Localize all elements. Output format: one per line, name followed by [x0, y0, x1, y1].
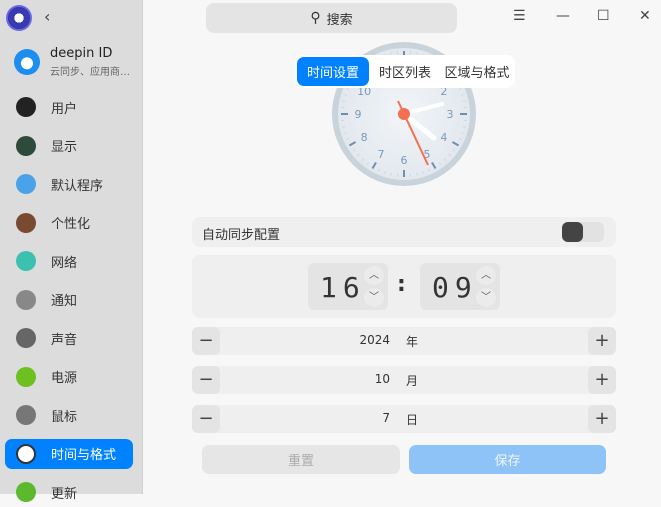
main-panel: ⚲ 搜索 ☰ — ☐ ✕ 2345678910 时间设置 时区列表 区域与格式 …	[144, 0, 661, 494]
sidebar-item[interactable]: 更新	[5, 477, 133, 507]
decrement-button[interactable]: −	[192, 327, 220, 355]
sidebar-item-label: 网络	[51, 252, 77, 271]
sidebar-item-label: 电源	[51, 367, 77, 386]
save-button[interactable]: 保存	[409, 445, 606, 474]
clock-tick	[416, 173, 417, 176]
minimize-button[interactable]: —	[556, 8, 570, 24]
date-unit: 年	[406, 333, 418, 350]
sidebar-item-label: 鼠标	[51, 406, 77, 425]
clock-number: 9	[355, 108, 362, 121]
date-unit: 日	[406, 411, 418, 428]
sidebar-item[interactable]: 网络	[5, 246, 133, 276]
sidebar-item-icon	[16, 213, 36, 233]
sidebar-item-icon	[16, 251, 36, 271]
deepin-id-item[interactable]: deepin ID 云同步、应用商…	[14, 46, 130, 78]
auto-sync-label: 自动同步配置	[202, 224, 280, 243]
date-row: − 2024 年 +	[192, 327, 616, 355]
clock-tick	[342, 126, 345, 127]
auto-sync-row: 自动同步配置	[192, 217, 616, 247]
sidebar-item-label: 更新	[51, 483, 77, 502]
sidebar: ‹ deepin ID 云同步、应用商… 用户显示默认程序个性化网络通知声音电源…	[0, 0, 143, 494]
tab-region-format[interactable]: 区域与格式	[441, 57, 513, 86]
close-button[interactable]: ✕	[639, 8, 651, 24]
hour-field[interactable]: 16 ︿ ﹀	[308, 263, 388, 310]
hour-value: 16	[320, 271, 366, 304]
sidebar-item[interactable]: 电源	[5, 362, 133, 392]
sidebar-item-label: 通知	[51, 290, 77, 309]
deepin-id-title: deepin ID	[50, 46, 130, 61]
sidebar-item-label: 声音	[51, 329, 77, 348]
date-value[interactable]: 2024	[359, 333, 390, 347]
sidebar-item-label: 个性化	[51, 213, 90, 232]
clock-tick	[463, 101, 466, 102]
sidebar-item-icon	[16, 328, 36, 348]
sidebar-item-label: 默认程序	[51, 175, 103, 194]
cloud-icon	[14, 49, 40, 75]
clock-tick	[391, 173, 392, 176]
time-edit-row: 16 ︿ ﹀ : 09 ︿ ﹀	[192, 255, 616, 318]
sidebar-item[interactable]: 用户	[5, 92, 133, 122]
minute-field[interactable]: 09 ︿ ﹀	[420, 263, 500, 310]
sidebar-item-label: 时间与格式	[51, 444, 116, 463]
clock-number: 4	[440, 131, 447, 144]
menu-button[interactable]: ☰	[513, 8, 526, 24]
clock-tick	[342, 101, 345, 102]
tab-time-settings[interactable]: 时间设置	[297, 57, 369, 86]
sidebar-item-label: 用户	[51, 98, 77, 117]
deepin-id-subtitle: 云同步、应用商…	[50, 63, 130, 78]
date-value[interactable]: 7	[382, 411, 390, 425]
sidebar-item-icon	[16, 444, 36, 464]
date-unit: 月	[406, 372, 418, 389]
auto-sync-toggle[interactable]	[562, 222, 604, 242]
back-button[interactable]: ‹	[44, 7, 50, 26]
sidebar-item-icon	[16, 405, 36, 425]
clock-tick	[463, 126, 466, 127]
sidebar-item-icon	[16, 290, 36, 310]
decrement-button[interactable]: −	[192, 405, 220, 433]
reset-button[interactable]: 重置	[202, 445, 400, 474]
clock-number: 3	[447, 108, 454, 121]
sidebar-item[interactable]: 时间与格式	[5, 439, 133, 469]
clock-number: 8	[361, 131, 368, 144]
increment-button[interactable]: +	[588, 405, 616, 433]
search-input[interactable]: ⚲ 搜索	[206, 3, 457, 33]
maximize-button[interactable]: ☐	[597, 8, 610, 24]
sidebar-item[interactable]: 鼠标	[5, 400, 133, 430]
sidebar-item-icon	[16, 367, 36, 387]
search-icon: ⚲	[310, 10, 320, 26]
sidebar-item[interactable]: 显示	[5, 131, 133, 161]
minute-down-button[interactable]: ﹀	[476, 288, 496, 307]
increment-button[interactable]: +	[588, 327, 616, 355]
sidebar-item[interactable]: 声音	[5, 323, 133, 353]
sidebar-item-icon	[16, 174, 36, 194]
date-row: − 10 月 +	[192, 366, 616, 394]
clock-number: 7	[378, 148, 385, 161]
sidebar-item-icon	[16, 482, 36, 502]
hour-down-button[interactable]: ﹀	[364, 288, 384, 307]
clock-number: 6	[401, 154, 408, 167]
decrement-button[interactable]: −	[192, 366, 220, 394]
sidebar-item[interactable]: 通知	[5, 285, 133, 315]
minute-value: 09	[432, 271, 478, 304]
sidebar-item[interactable]: 个性化	[5, 208, 133, 238]
search-placeholder: 搜索	[327, 9, 353, 28]
sidebar-item[interactable]: 默认程序	[5, 169, 133, 199]
app-logo-icon	[6, 5, 32, 31]
date-value[interactable]: 10	[375, 372, 390, 386]
increment-button[interactable]: +	[588, 366, 616, 394]
time-separator: :	[397, 272, 406, 297]
sidebar-item-label: 显示	[51, 136, 77, 155]
date-row: − 7 日 +	[192, 405, 616, 433]
minute-up-button[interactable]: ︿	[476, 266, 496, 285]
sidebar-item-icon	[16, 136, 36, 156]
sidebar-item-icon	[16, 97, 36, 117]
hour-up-button[interactable]: ︿	[364, 266, 384, 285]
tab-bar: 时间设置 时区列表 区域与格式	[295, 55, 515, 88]
tab-timezone-list[interactable]: 时区列表	[369, 57, 441, 86]
